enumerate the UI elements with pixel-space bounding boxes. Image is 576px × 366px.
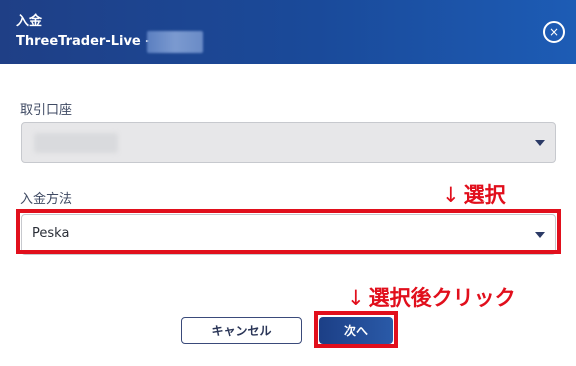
down-arrow-icon: ↓ <box>442 183 460 207</box>
chevron-down-icon <box>535 232 545 238</box>
trading-account-label: 取引口座 <box>20 103 73 118</box>
deposit-method-label: 入金方法 <box>20 192 73 207</box>
dialog-subtitle: ThreeTrader-Live - <box>16 34 151 49</box>
cancel-button[interactable]: キャンセル <box>181 317 302 344</box>
dialog-title: 入金 <box>16 14 43 29</box>
annotation-select: ↓ 選択 <box>442 179 506 209</box>
down-arrow-icon: ↓ <box>347 286 365 310</box>
annotation-select-text: 選択 <box>463 183 506 207</box>
chevron-down-icon <box>535 140 545 146</box>
dialog-header: 入金 ThreeTrader-Live - × <box>0 0 576 64</box>
annotation-click-text: 選択後クリック <box>368 286 516 310</box>
close-icon[interactable]: × <box>543 21 565 43</box>
deposit-method-select[interactable]: Peska <box>21 214 556 255</box>
annotation-click-after-select: ↓ 選択後クリック <box>347 282 516 312</box>
next-button[interactable]: 次へ <box>319 317 393 344</box>
trading-account-select[interactable] <box>21 122 556 163</box>
redacted-account-value <box>34 133 118 153</box>
redacted-account-id <box>147 31 203 53</box>
deposit-method-value: Peska <box>32 226 70 241</box>
